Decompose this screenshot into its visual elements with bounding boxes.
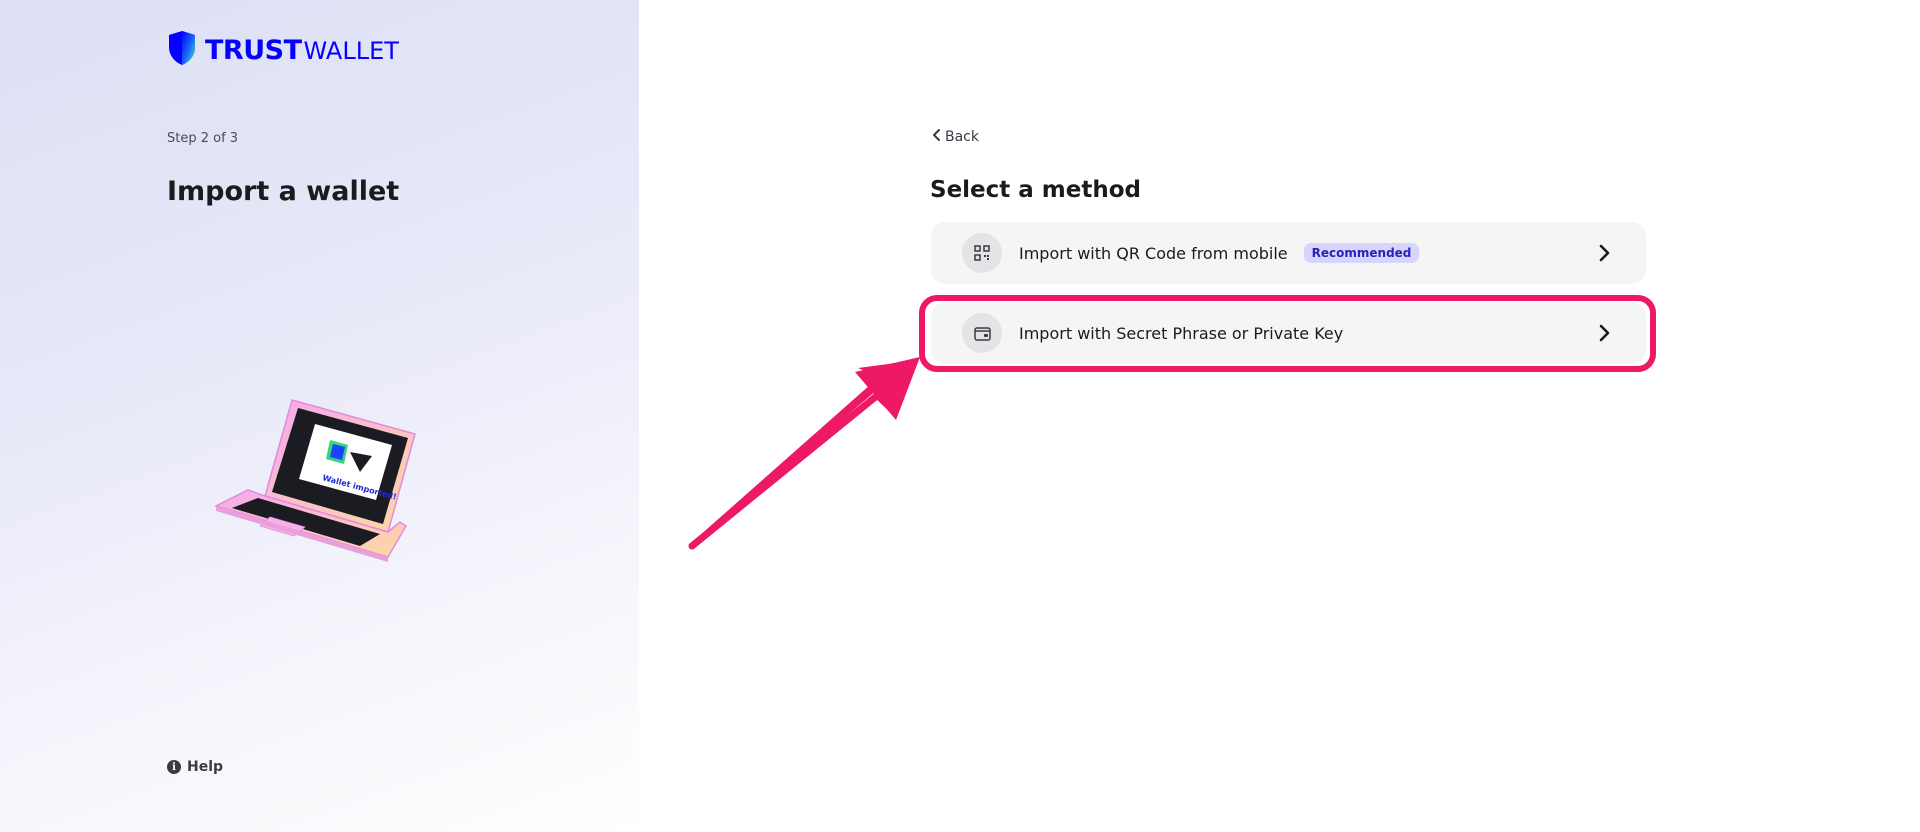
help-link[interactable]: i Help [167, 759, 223, 775]
chevron-right-icon [1598, 244, 1610, 262]
back-button[interactable]: Back [932, 129, 979, 145]
import-secret-phrase-option[interactable]: Import with Secret Phrase or Private Key [931, 302, 1646, 364]
page-title: Import a wallet [167, 176, 400, 207]
chevron-right-icon [1598, 324, 1610, 342]
left-panel: TRUSTWALLET Step 2 of 3 Import a wallet … [0, 0, 639, 832]
trust-wallet-logo[interactable]: TRUSTWALLET [167, 30, 399, 70]
laptop-illustration: Wallet imported! [210, 392, 430, 572]
recommended-badge: Recommended [1303, 243, 1420, 263]
step-indicator: Step 2 of 3 [167, 131, 239, 146]
method-label: Import with Secret Phrase or Private Key [1019, 323, 1344, 343]
wallet-icon [962, 313, 1002, 353]
chevron-left-icon [932, 129, 941, 145]
method-list: Import with QR Code from mobile Recommen… [931, 222, 1646, 382]
back-label: Back [945, 129, 979, 145]
info-icon: i [167, 760, 181, 774]
help-label: Help [187, 759, 224, 775]
shield-logo-icon [167, 30, 197, 70]
import-qr-code-option[interactable]: Import with QR Code from mobile Recommen… [931, 222, 1646, 284]
select-method-title: Select a method [930, 177, 1142, 203]
method-label: Import with QR Code from mobile [1019, 243, 1288, 263]
brand-name-bold: TRUST [205, 34, 302, 66]
qr-code-icon [962, 233, 1002, 273]
brand-name-light: WALLET [303, 36, 399, 65]
